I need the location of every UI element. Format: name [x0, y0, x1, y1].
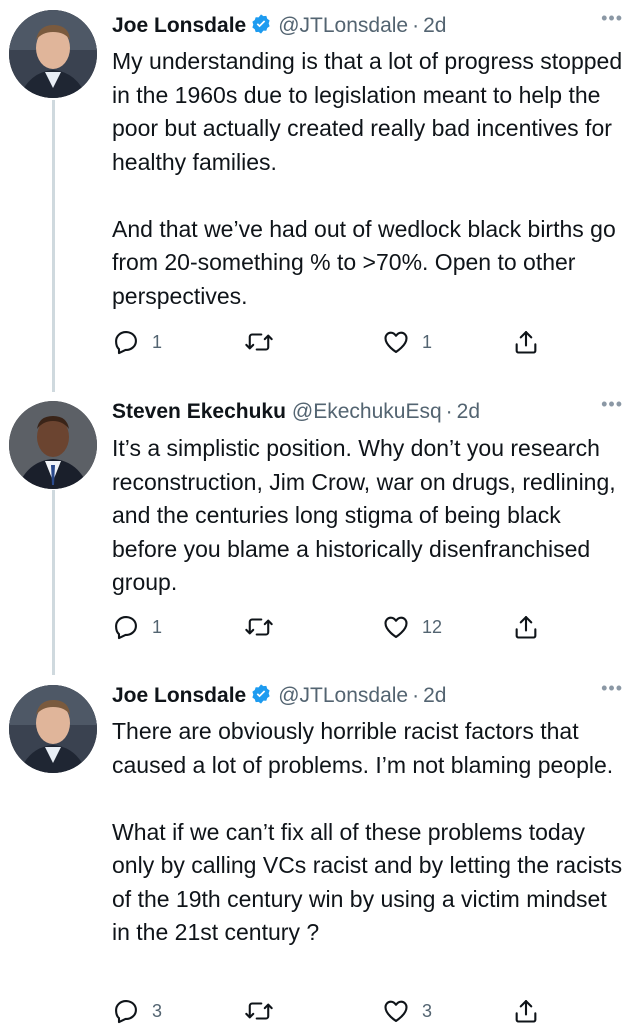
retweet-icon: [244, 613, 274, 641]
share-button[interactable]: [512, 611, 540, 643]
tweet-text: There are obviously horrible racist fact…: [112, 715, 627, 950]
reply-icon: [112, 997, 140, 1025]
like-count: 1: [422, 331, 433, 352]
tweet-paragraph: My understanding is that a lot of progre…: [112, 48, 623, 175]
share-button[interactable]: [512, 995, 540, 1027]
share-icon: [512, 613, 540, 641]
reply-count: 1: [152, 616, 163, 637]
like-button[interactable]: 3: [382, 995, 432, 1027]
reply-icon: [112, 613, 140, 641]
author-name[interactable]: Joe Lonsdale: [112, 684, 246, 707]
retweet-button[interactable]: [244, 611, 286, 643]
author-handle[interactable]: @JTLonsdale: [278, 684, 408, 707]
reply-button[interactable]: 3: [112, 995, 162, 1027]
like-count: 3: [422, 1000, 433, 1021]
reply-button[interactable]: 1: [112, 326, 162, 358]
thread-line: [52, 490, 55, 675]
avatar[interactable]: [9, 685, 97, 773]
verified-badge-icon: [250, 13, 272, 44]
tweet-header: Joe Lonsdale @JTLonsdale · 2d: [112, 11, 446, 41]
tweet-paragraph: And that we’ve had out of wedlock black …: [112, 215, 616, 309]
more-options-icon[interactable]: •••: [601, 394, 623, 415]
thread-line: [52, 100, 55, 392]
like-button[interactable]: 1: [382, 326, 432, 358]
tweet-actions: 3 3: [112, 995, 552, 1027]
more-options-icon[interactable]: •••: [601, 678, 623, 699]
author-handle[interactable]: @EkechukuEsq: [292, 400, 442, 423]
share-icon: [512, 328, 540, 356]
heart-icon: [382, 997, 410, 1025]
heart-icon: [382, 328, 410, 356]
tweet-timestamp[interactable]: 2d: [457, 400, 480, 423]
like-button[interactable]: 12: [382, 611, 442, 643]
tweet-header: Steven Ekechuku @EkechukuEsq · 2d: [112, 397, 480, 427]
reply-count: 3: [152, 1000, 163, 1021]
tweet-timestamp[interactable]: 2d: [423, 684, 446, 707]
author-handle[interactable]: @JTLonsdale: [278, 14, 408, 37]
tweet-timestamp[interactable]: 2d: [423, 14, 446, 37]
tweet-header: Joe Lonsdale @JTLonsdale · 2d: [112, 681, 446, 711]
author-name[interactable]: Steven Ekechuku: [112, 400, 286, 423]
more-options-icon[interactable]: •••: [601, 8, 623, 29]
like-count: 12: [422, 616, 443, 637]
separator-dot: ·: [445, 400, 453, 423]
tweet-paragraph: It’s a simplistic position. Why don’t yo…: [112, 435, 616, 595]
tweet-paragraph: What if we can’t fix all of these proble…: [112, 818, 623, 946]
avatar[interactable]: [9, 401, 97, 489]
reply-icon: [112, 328, 140, 356]
reply-count: 1: [152, 331, 163, 352]
heart-icon: [382, 613, 410, 641]
share-button[interactable]: [512, 326, 540, 358]
tweet-actions: 1 1: [112, 326, 552, 358]
retweet-button[interactable]: [244, 326, 286, 358]
share-icon: [512, 997, 540, 1025]
author-name[interactable]: Joe Lonsdale: [112, 14, 246, 37]
verified-badge-icon: [250, 683, 272, 714]
retweet-icon: [244, 997, 274, 1025]
tweet-text: My understanding is that a lot of progre…: [112, 45, 627, 313]
avatar[interactable]: [9, 10, 97, 98]
reply-button[interactable]: 1: [112, 611, 162, 643]
tweet-paragraph: There are obviously horrible racist fact…: [112, 718, 614, 778]
tweet-actions: 1 12: [112, 611, 552, 643]
retweet-button[interactable]: [244, 995, 286, 1027]
separator-dot: ·: [412, 14, 420, 37]
retweet-icon: [244, 328, 274, 356]
tweet-text: It’s a simplistic position. Why don’t yo…: [112, 432, 627, 600]
separator-dot: ·: [412, 684, 420, 707]
